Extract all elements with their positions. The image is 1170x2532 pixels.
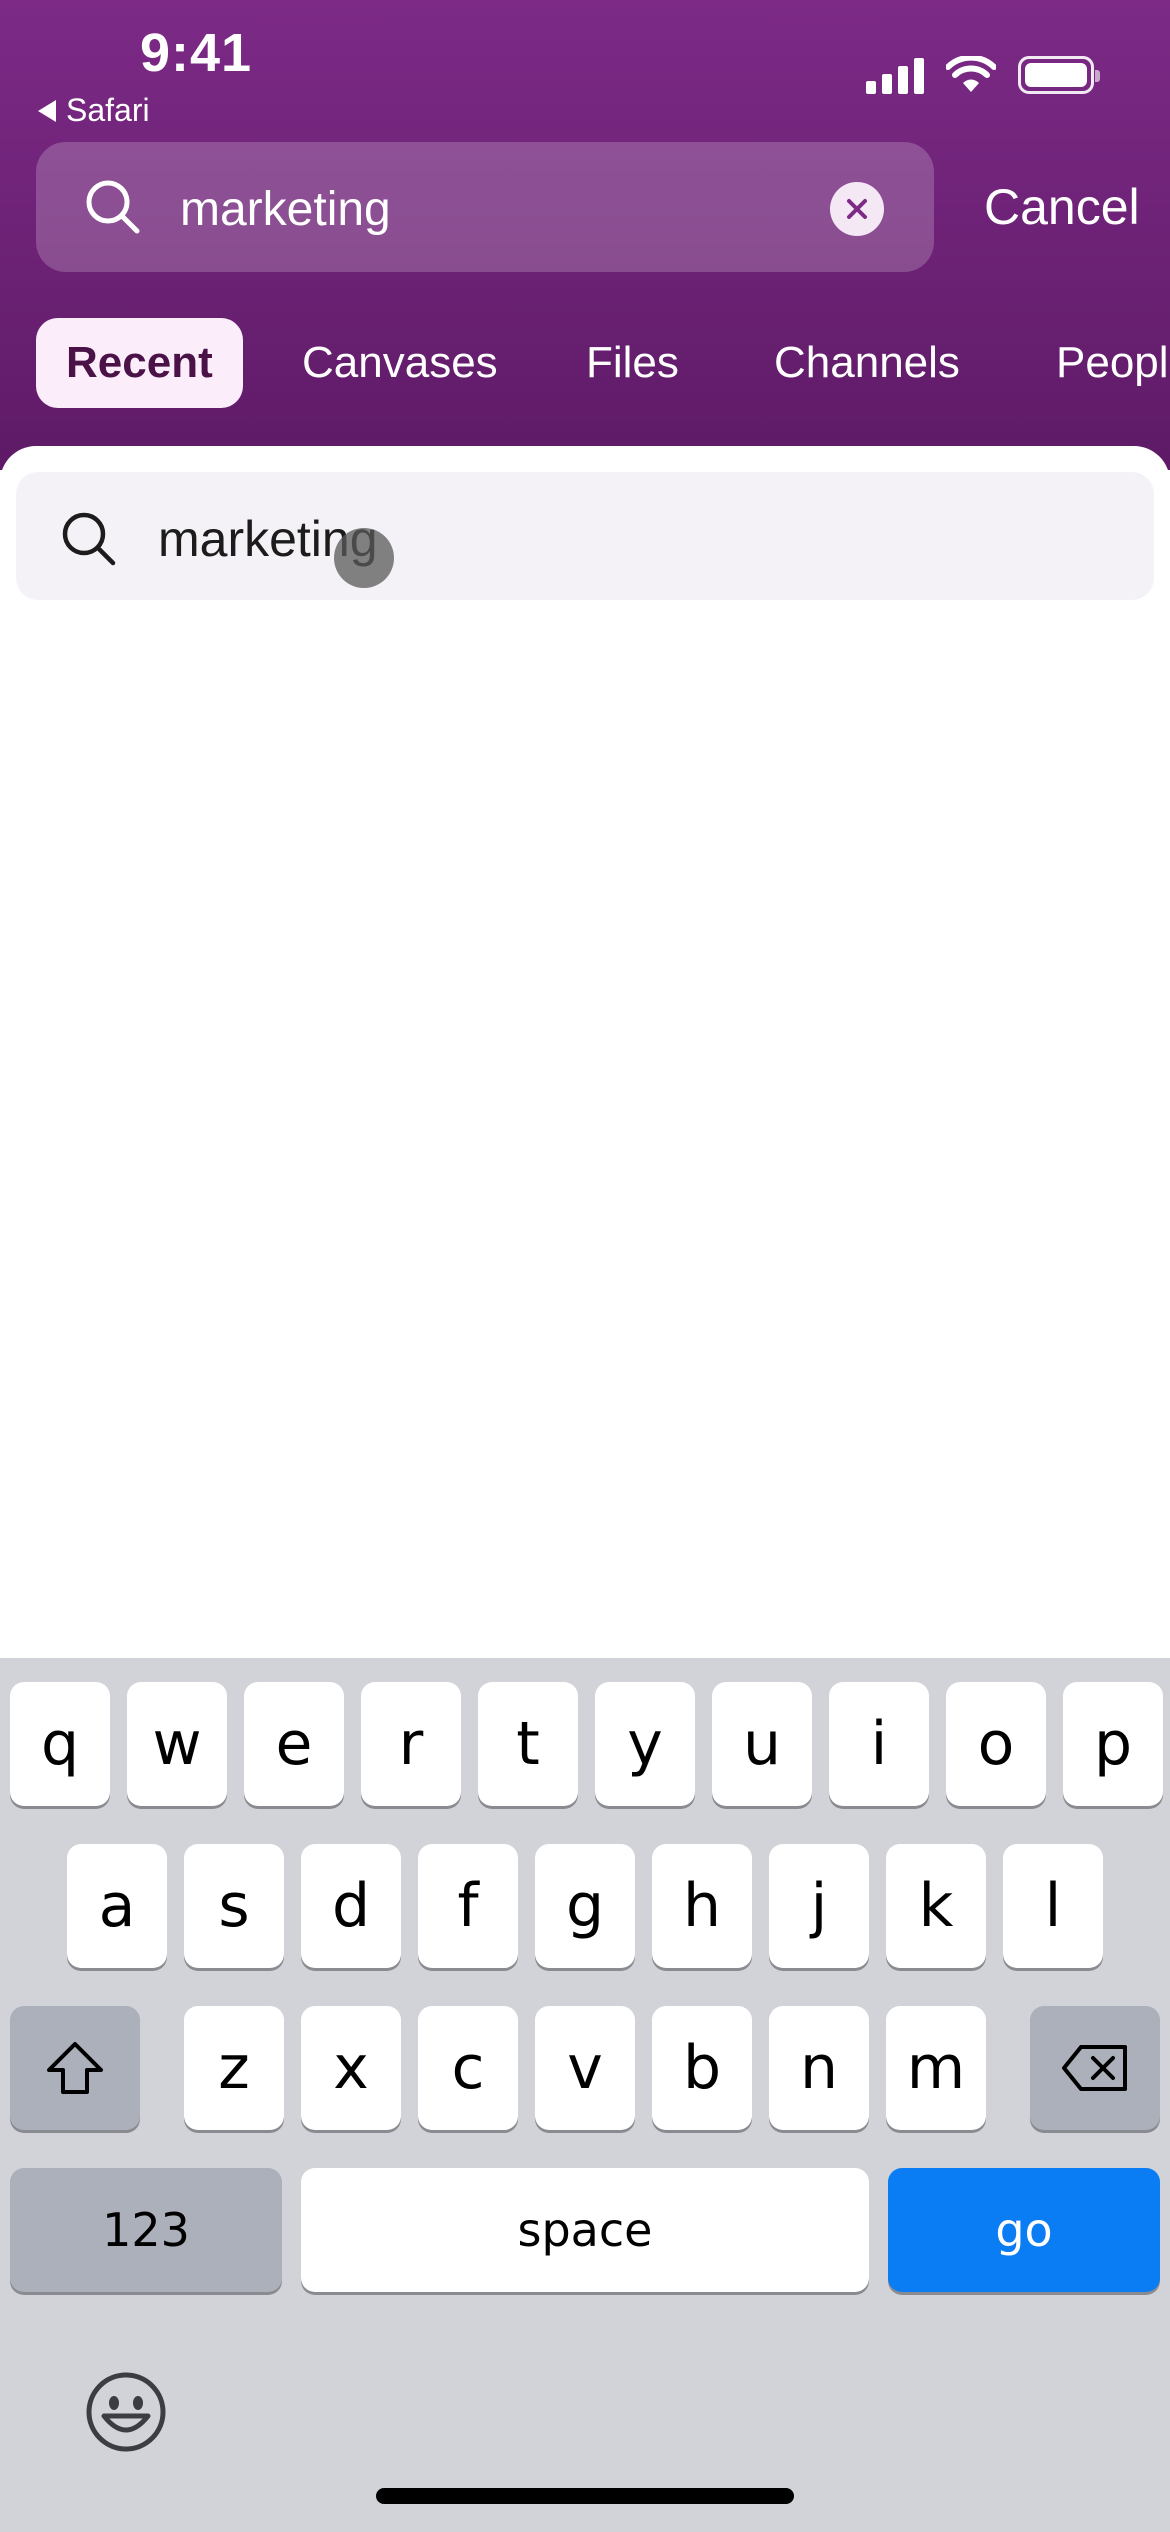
tab-files[interactable]: Files [586, 318, 679, 408]
key-m[interactable]: m [886, 2006, 986, 2130]
search-icon [86, 180, 140, 234]
cancel-button[interactable]: Cancel [984, 178, 1140, 236]
search-suggestion-row[interactable]: marketing [16, 472, 1154, 600]
key-s[interactable]: s [184, 1844, 284, 1968]
shift-key[interactable] [10, 2006, 140, 2130]
close-icon [847, 199, 867, 219]
tab-canvases[interactable]: Canvases [302, 318, 498, 408]
key-f[interactable]: f [418, 1844, 518, 1968]
key-u[interactable]: u [712, 1682, 812, 1806]
go-key[interactable]: go [888, 2168, 1160, 2292]
touch-indicator [334, 528, 394, 588]
key-q[interactable]: q [10, 1682, 110, 1806]
shift-icon [47, 2042, 103, 2094]
search-input[interactable]: marketing [180, 182, 391, 237]
tab-channels[interactable]: Channels [774, 318, 960, 408]
key-y[interactable]: y [595, 1682, 695, 1806]
key-x[interactable]: x [301, 2006, 401, 2130]
search-bar[interactable]: marketing [36, 142, 934, 272]
status-icons [866, 56, 1100, 94]
numbers-key[interactable]: 123 [10, 2168, 282, 2292]
key-z[interactable]: z [184, 2006, 284, 2130]
key-b[interactable]: b [652, 2006, 752, 2130]
key-r[interactable]: r [361, 1682, 461, 1806]
back-to-safari-link[interactable]: Safari [38, 92, 150, 129]
key-i[interactable]: i [829, 1682, 929, 1806]
emoji-icon[interactable] [84, 2370, 168, 2454]
key-n[interactable]: n [769, 2006, 869, 2130]
tab-people[interactable]: People [1056, 318, 1170, 408]
onscreen-keyboard: q w e r t y u i o p a s d f g h j k l z … [0, 1658, 1170, 2532]
search-filter-tabs: Recent Canvases Files Channels People [36, 318, 1170, 408]
back-app-label: Safari [66, 92, 150, 128]
battery-icon [1018, 56, 1100, 94]
key-g[interactable]: g [535, 1844, 635, 1968]
key-d[interactable]: d [301, 1844, 401, 1968]
clear-search-button[interactable] [830, 182, 884, 236]
home-indicator [376, 2488, 794, 2504]
key-e[interactable]: e [244, 1682, 344, 1806]
back-arrow-icon [38, 99, 56, 122]
key-h[interactable]: h [652, 1844, 752, 1968]
key-k[interactable]: k [886, 1844, 986, 1968]
key-l[interactable]: l [1003, 1844, 1103, 1968]
search-header: 9:41 Safari marketing Cancel Recent Canv… [0, 0, 1170, 470]
delete-key[interactable] [1030, 2006, 1160, 2130]
key-o[interactable]: o [946, 1682, 1046, 1806]
wifi-icon [946, 56, 996, 92]
key-t[interactable]: t [478, 1682, 578, 1806]
results-panel: marketing [0, 446, 1170, 1660]
cellular-signal-icon [866, 56, 924, 94]
tab-recent[interactable]: Recent [36, 318, 243, 408]
status-time: 9:41 [140, 23, 253, 83]
key-a[interactable]: a [67, 1844, 167, 1968]
key-c[interactable]: c [418, 2006, 518, 2130]
key-w[interactable]: w [127, 1682, 227, 1806]
key-p[interactable]: p [1063, 1682, 1163, 1806]
key-v[interactable]: v [535, 2006, 635, 2130]
space-key[interactable]: space [301, 2168, 869, 2292]
search-icon [62, 512, 116, 566]
backspace-icon [1062, 2045, 1127, 2091]
key-j[interactable]: j [769, 1844, 869, 1968]
